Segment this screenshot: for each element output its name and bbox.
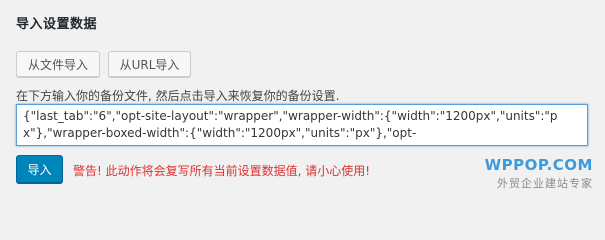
- watermark: WPPOP.COM 外贸企业建站专家: [485, 156, 593, 191]
- backup-data-textarea[interactable]: [17, 105, 587, 145]
- backup-data-textarea-wrapper: [16, 104, 588, 146]
- import-from-url-button[interactable]: 从URL导入: [108, 51, 191, 77]
- overwrite-warning: 警告! 此动作将会复写所有当前设置数据值, 请小心使用!: [73, 164, 371, 178]
- import-from-file-button[interactable]: 从文件导入: [16, 51, 100, 77]
- watermark-tagline: 外贸企业建站专家: [497, 177, 593, 190]
- import-button[interactable]: 导入: [16, 155, 63, 183]
- watermark-logo: WPPOP.COM: [484, 156, 593, 174]
- import-source-buttons: 从文件导入 从URL导入: [16, 51, 191, 77]
- section-title: 导入设置数据: [16, 17, 98, 32]
- import-settings-panel: 导入设置数据 从文件导入 从URL导入 在下方输入你的备份文件, 然后点击导入来…: [0, 0, 605, 202]
- import-hint-text: 在下方输入你的备份文件, 然后点击导入来恢复你的备份设置.: [16, 89, 340, 103]
